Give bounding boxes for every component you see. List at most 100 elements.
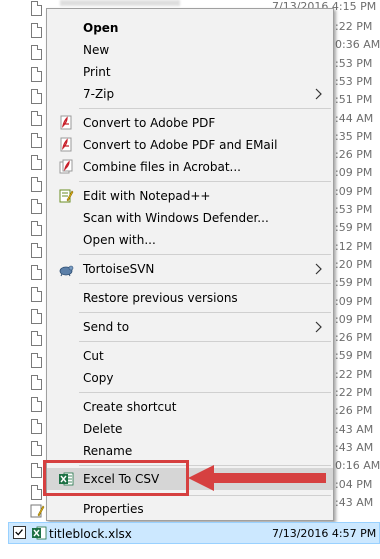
menu-label-edit-notepad: Edit with Notepad++ [83,189,211,203]
modified-time: :44 AM [335,111,374,125]
menu-label-delete: Delete [83,422,123,436]
menu-item-7zip[interactable]: 7-Zip [47,83,333,105]
modified-time: :09 PM [335,312,373,326]
menu-label-scan-defender: Scan with Windows Defender... [83,211,269,225]
modified-time: :22 PM [335,386,373,399]
menu-label-print: Print [83,65,111,79]
menu-item-print[interactable]: Print [47,61,333,83]
menu-item-open-with[interactable]: Open with... [47,229,333,251]
file-name: titleblock.xlsx [49,527,132,541]
modified-time: :22 PM [335,20,373,33]
modified-time: :53 PM [335,56,373,70]
pdf-email-icon [60,137,72,152]
file-date: 7/13/2016 4:57 PM [272,527,377,540]
excel-file-icon [32,526,47,540]
menu-item-tortoisesvn[interactable]: TortoiseSVN [47,258,333,280]
modified-time: :26 PM [335,404,373,418]
file-icon [31,375,42,390]
modified-time: :51 PM [335,93,373,107]
menu-item-open[interactable]: Open [47,17,333,39]
menu-label-open: Open [83,21,119,35]
file-icon [31,309,42,324]
menu-item-convert-pdf[interactable]: Convert to Adobe PDF [47,112,333,134]
modified-time: :59 PM [335,276,373,290]
menu-label-combine-acrobat: Combine files in Acrobat... [83,160,241,174]
modified-time: :20 PM [335,257,373,271]
selected-file-row[interactable]: titleblock.xlsx 7/13/2016 4:57 PM [8,522,380,544]
menu-label-new: New [83,43,110,57]
modified-time: :59 PM [335,349,373,363]
menu-item-convert-pdf-email[interactable]: Convert to Adobe PDF and EMail [47,134,333,156]
submenu-arrow-icon [315,263,322,275]
menu-item-restore[interactable]: Restore previous versions [47,287,333,309]
file-icon [31,23,42,38]
submenu-arrow-icon [315,321,322,333]
file-icon [31,155,42,170]
pdf-icon [60,115,72,130]
menu-label-cut: Cut [83,349,104,363]
acrobat-combine-icon [59,159,73,174]
file-icon [31,133,42,148]
file-icon [31,45,42,60]
menu-separator [79,283,331,284]
menu-item-rename[interactable]: Rename [47,440,333,462]
modified-time: :43 AM [335,495,374,509]
menu-label-send-to: Send to [83,320,130,334]
submenu-arrow-icon [315,88,322,100]
modified-time: :59 PM [335,221,373,235]
modified-time: :22 PM [335,367,373,381]
modified-time: :26 PM [335,148,373,162]
file-icon [31,265,42,280]
modified-time: :43 AM [335,440,374,454]
menu-separator [79,254,331,255]
file-icon [31,331,42,346]
menu-item-combine-acrobat[interactable]: Combine files in Acrobat... [47,156,333,178]
tortoisesvn-icon [59,265,74,277]
menu-label-tortoisesvn: TortoiseSVN [83,262,155,276]
file-icon [31,353,42,368]
file-icon [31,199,42,214]
menu-separator [79,108,331,109]
modified-time: :53 PM [335,203,373,216]
file-icon [31,221,42,236]
menu-label-restore: Restore previous versions [83,291,238,305]
modified-time: :53 PM [335,74,373,88]
file-icon [31,463,42,478]
menu-label-rename: Rename [83,444,133,458]
file-icon [31,243,42,258]
file-icon [31,1,42,16]
menu-label-create-shortcut: Create shortcut [83,400,177,414]
annotation-highlight-box [43,460,189,496]
context-menu: Open New Print 7-Zip Convert to Adobe PD… [46,8,334,521]
menu-item-create-shortcut[interactable]: Create shortcut [47,396,333,418]
menu-item-send-to[interactable]: Send to [47,316,333,338]
menu-item-cut[interactable]: Cut [47,345,333,367]
modified-time: 0:16 AM [335,459,380,473]
modified-time: :12 PM [335,239,373,253]
menu-separator [79,341,331,342]
menu-label-properties: Properties [83,502,144,516]
menu-label-7zip: 7-Zip [83,87,115,101]
file-icon [31,419,42,434]
menu-label-convert-pdf-email: Convert to Adobe PDF and EMail [83,138,278,152]
file-icon [31,111,42,126]
modified-time: :09 PM [335,184,373,198]
file-icon [31,89,42,104]
modified-time: :35 PM [335,129,373,143]
menu-item-edit-notepad[interactable]: Edit with Notepad++ [47,185,333,207]
menu-item-delete[interactable]: Delete [47,418,333,440]
notepad-file-icon [30,504,45,518]
menu-item-properties[interactable]: Properties [47,498,333,520]
explorer-window: 7/13/2016 4:15 PM :22 PM 0:36 AM:53 PM:53… [0,0,380,559]
menu-label-copy: Copy [83,371,114,385]
menu-separator [79,392,331,393]
row-checkbox[interactable] [13,526,26,539]
menu-item-new[interactable]: New [47,39,333,61]
menu-item-scan-defender[interactable]: Scan with Windows Defender... [47,207,333,229]
modified-time: :43 AM [335,422,374,436]
file-icon [31,441,42,456]
menu-label-convert-pdf: Convert to Adobe PDF [83,116,216,130]
menu-item-copy[interactable]: Copy [47,367,333,389]
modified-time: :04 PM [335,477,373,491]
annotation-arrow-icon [188,465,326,491]
